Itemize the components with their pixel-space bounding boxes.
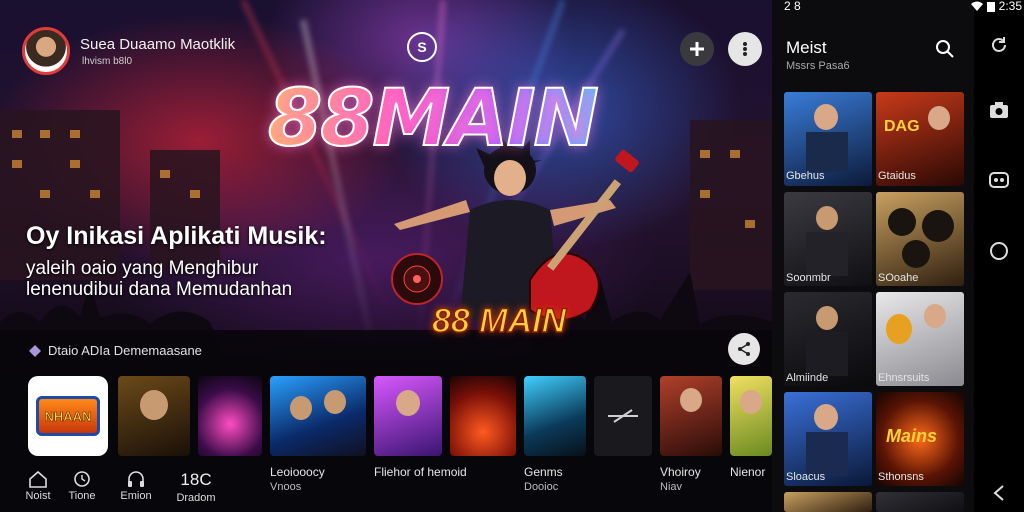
nav-label: Emion (120, 490, 152, 502)
album-logo-text: NHAAN (44, 408, 92, 424)
more-vertical-icon (743, 42, 747, 56)
album-thumb[interactable] (270, 376, 366, 456)
album-thumb[interactable] (450, 376, 516, 456)
side-panel: 2 8 Meist Mssrs Pasa6 Gbehus DAG Gtaidus… (772, 0, 974, 512)
speaker-illustration (391, 253, 443, 305)
search-icon (936, 40, 954, 58)
album-thumb[interactable]: NHAAN (28, 376, 108, 456)
album-thumb[interactable] (730, 376, 772, 456)
panel-search-button[interactable] (928, 32, 962, 66)
app-icon: S (417, 39, 427, 55)
share-button[interactable] (728, 333, 760, 365)
status-time: 2:35 (998, 0, 1022, 13)
thumb-subcaption: Vnoos (270, 481, 302, 493)
headphones-icon (128, 471, 144, 487)
battery-icon (986, 1, 995, 12)
nav-home[interactable]: Noist (18, 470, 58, 502)
gamepad-icon (989, 172, 1009, 188)
clock-icon (74, 471, 90, 487)
tile-text: Mains (886, 426, 938, 446)
panel-tile[interactable] (784, 492, 872, 512)
thumb-caption: Fliehor of hemoid (374, 465, 467, 479)
home-system-button[interactable] (984, 236, 1014, 266)
nav-label: Tione (68, 490, 96, 502)
status-left-text: 2 8 (784, 0, 801, 13)
rotate-button[interactable] (984, 30, 1014, 60)
album-row: NHAAN (26, 376, 772, 456)
tile-caption: Ehnsrsuits (878, 372, 930, 384)
circle-home-icon (990, 242, 1008, 260)
thumb-subcaption: Niav (660, 481, 683, 493)
album-art-mark (608, 409, 638, 423)
user-subtitle: lhvism b8l0 (82, 56, 133, 67)
nav-label: Noist (25, 490, 51, 502)
panel-title: Meist (786, 38, 827, 57)
rotate-icon (992, 37, 1006, 52)
back-arrow-icon (993, 485, 1004, 501)
panel-tile[interactable] (876, 492, 964, 512)
tile-caption: SOoahe (878, 272, 919, 284)
album-thumb[interactable] (198, 376, 262, 456)
nav-label: Dradom (176, 492, 216, 504)
add-button[interactable] (680, 32, 714, 66)
tile-caption: Sloacus (786, 471, 826, 483)
section-label: Dtaio ADIa Dememaasane (48, 343, 202, 358)
hero-title: Oy Inikasi Aplikati Musik: (26, 222, 327, 250)
nav-recent[interactable]: Tione (62, 470, 102, 502)
thumb-subcaption: Dooioc (524, 481, 559, 493)
app-logo-large: 88MAIN (267, 74, 600, 164)
user-avatar[interactable] (22, 27, 70, 75)
speakers-art (888, 208, 954, 268)
more-options-button[interactable] (728, 32, 762, 66)
plus-icon (690, 42, 704, 56)
hero-line-2: lenenudibui dana Memudanhan (26, 279, 293, 300)
status-left: 2 8 (784, 0, 801, 13)
status-right: 2:35 (938, 0, 1022, 13)
gamepad-button[interactable] (984, 165, 1014, 195)
diamond-icon (29, 344, 41, 357)
hero-line-1: yaleih oaio yang Menghibur (26, 258, 259, 279)
thumb-caption: Nienor (730, 465, 766, 479)
system-nav-bar: 2:35 (970, 0, 1024, 512)
album-logo-badge: NHAAN (36, 396, 100, 436)
thumb-caption: Leoiooocy (270, 465, 325, 479)
album-thumb[interactable] (118, 376, 190, 456)
album-thumb[interactable] (594, 376, 652, 456)
nav-listen[interactable]: Emion (116, 470, 156, 502)
album-thumb[interactable] (660, 376, 722, 456)
section-header: Dtaio ADIa Dememaasane (28, 343, 202, 358)
tile-caption: Gbehus (786, 170, 825, 182)
app-logo-small: 88 MAIN (431, 301, 567, 341)
thumb-caption: Genms (524, 465, 563, 479)
screenshot-button[interactable] (984, 95, 1014, 125)
back-button[interactable] (984, 478, 1014, 508)
main-hero-area: Suea Duaamo Maotklik lhvism b8l0 S 88MAI… (0, 0, 772, 512)
album-thumb[interactable] (374, 376, 442, 456)
nav-discover[interactable]: 18C Dradom (176, 470, 216, 504)
tile-caption: Almiinde (786, 372, 829, 384)
nav-value: 18C (180, 470, 212, 489)
camera-icon (990, 102, 1008, 118)
user-name: Suea Duaamo Maotklik (80, 36, 236, 53)
tile-text: DAG (884, 118, 920, 135)
tile-caption: Soonmbr (786, 272, 831, 284)
center-app-button[interactable]: S (407, 32, 437, 62)
tile-caption: Gtaidus (878, 170, 916, 182)
wifi-icon (970, 1, 983, 11)
share-icon (738, 342, 750, 356)
panel-subtitle: Mssrs Pasa6 (786, 60, 850, 72)
album-thumb[interactable] (524, 376, 586, 456)
home-icon (29, 470, 47, 488)
thumb-caption: Vhoiroy (660, 465, 701, 479)
tile-caption: Sthonsns (878, 471, 924, 483)
